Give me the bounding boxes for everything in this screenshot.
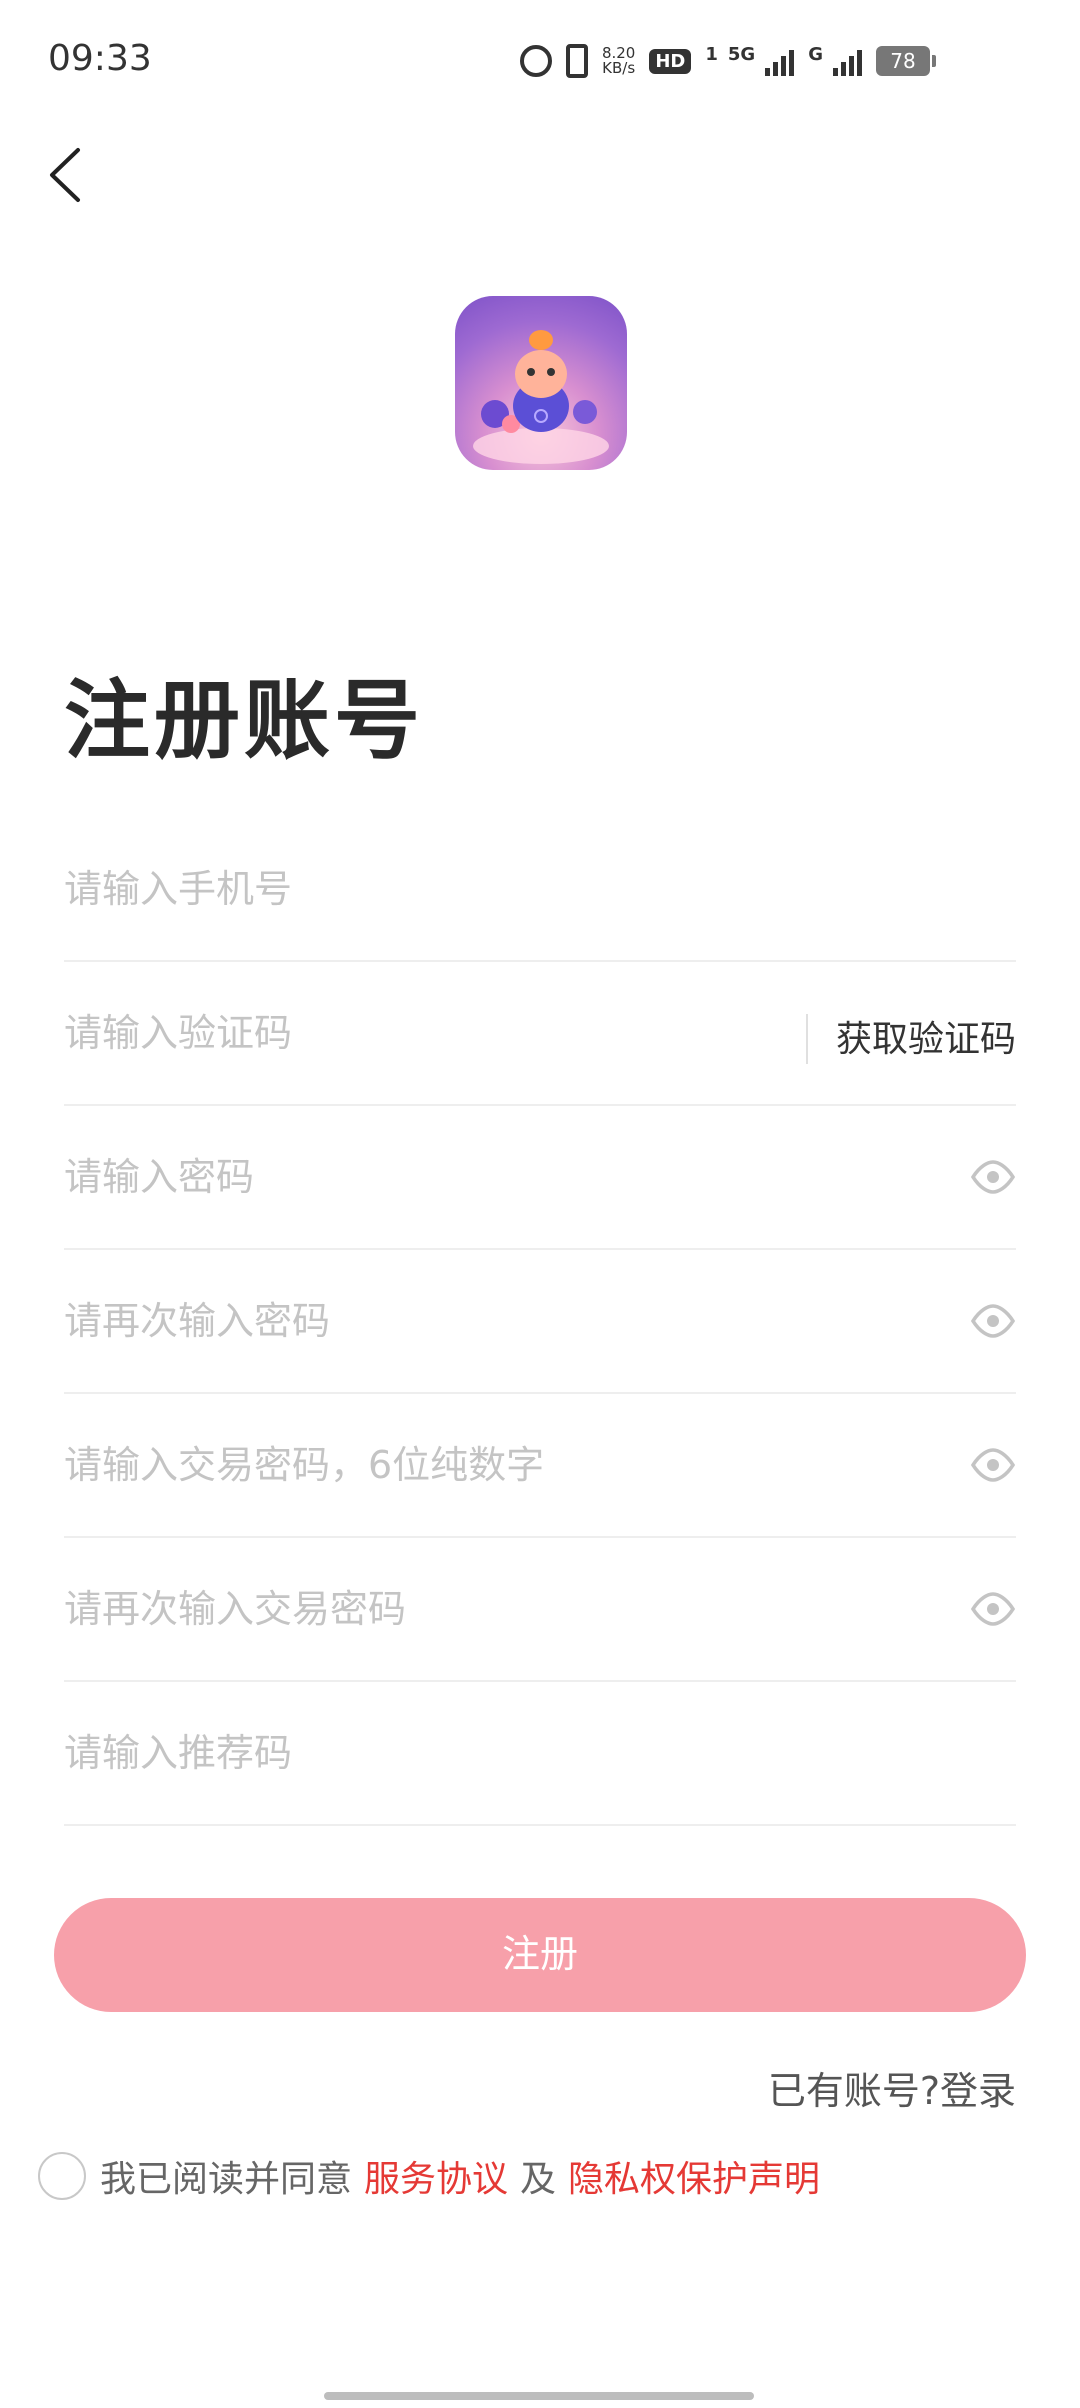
- trade-password-confirm-field: [64, 1538, 1016, 1682]
- eye-icon[interactable]: [970, 1442, 1016, 1488]
- status-bar: 09:33 8.20 KB/s HD 1 5G G 78: [0, 0, 1080, 120]
- service-agreement-link[interactable]: 服务协议: [364, 2150, 508, 2202]
- back-button[interactable]: [40, 140, 100, 210]
- phone-input[interactable]: [64, 818, 864, 960]
- password-confirm-input[interactable]: [64, 1250, 864, 1392]
- agreement-prefix: 我已阅读并同意: [100, 2159, 353, 2200]
- register-button[interactable]: 注册: [54, 1898, 1026, 2012]
- network-speed: 8.20 KB/s: [602, 46, 635, 76]
- eye-icon[interactable]: [970, 1298, 1016, 1344]
- agree-checkbox[interactable]: [38, 2152, 86, 2200]
- password-field: [64, 1106, 1016, 1250]
- register-screen: 09:33 8.20 KB/s HD 1 5G G 78 注册账号 请输入手机号…: [0, 0, 1080, 2408]
- agreement-row: 我已阅读并同意 服务协议 及 隐私权保护声明: [38, 2150, 832, 2202]
- app-logo: [455, 296, 627, 470]
- status-icons: 8.20 KB/s HD 1 5G G 78: [519, 44, 936, 78]
- trade-password-field: [64, 1394, 1016, 1538]
- referral-input[interactable]: [64, 1682, 864, 1824]
- signal-g-icon: [833, 46, 862, 76]
- home-indicator[interactable]: [324, 2392, 754, 2400]
- vibrate-icon: [565, 44, 588, 78]
- trade-password-input[interactable]: [64, 1394, 864, 1536]
- eye-icon[interactable]: [970, 1154, 1016, 1200]
- battery-icon: 78: [876, 46, 936, 76]
- password-confirm-field: [64, 1250, 1016, 1394]
- login-link[interactable]: 已有账号?登录: [768, 2060, 1016, 2115]
- alarm-icon: [519, 45, 552, 77]
- code-divider: [806, 1014, 808, 1064]
- net-g-label: G: [808, 44, 823, 65]
- agreement-and: 及: [520, 2159, 557, 2200]
- hd-badge: HD: [649, 48, 692, 74]
- code-input[interactable]: [64, 962, 764, 1104]
- trade-password-confirm-input[interactable]: [64, 1538, 864, 1680]
- back-arrow-icon: [50, 148, 80, 202]
- code-field: 获取验证码: [64, 962, 1016, 1106]
- referral-field: [64, 1682, 1016, 1826]
- page-title: 注册账号: [64, 671, 424, 771]
- net-5g-label: 5G: [727, 44, 756, 65]
- password-input[interactable]: [64, 1106, 864, 1248]
- hd-sub: 1: [705, 44, 718, 65]
- get-code-button[interactable]: 获取验证码: [836, 1010, 1016, 1062]
- phone-field: [64, 818, 1016, 962]
- status-time: 09:33: [48, 38, 152, 79]
- speed-unit: KB/s: [602, 59, 636, 77]
- eye-icon[interactable]: [970, 1586, 1016, 1632]
- logo-mascot-icon: [473, 330, 609, 464]
- privacy-policy-link[interactable]: 隐私权保护声明: [568, 2150, 820, 2202]
- signal-5g-icon: [765, 46, 795, 76]
